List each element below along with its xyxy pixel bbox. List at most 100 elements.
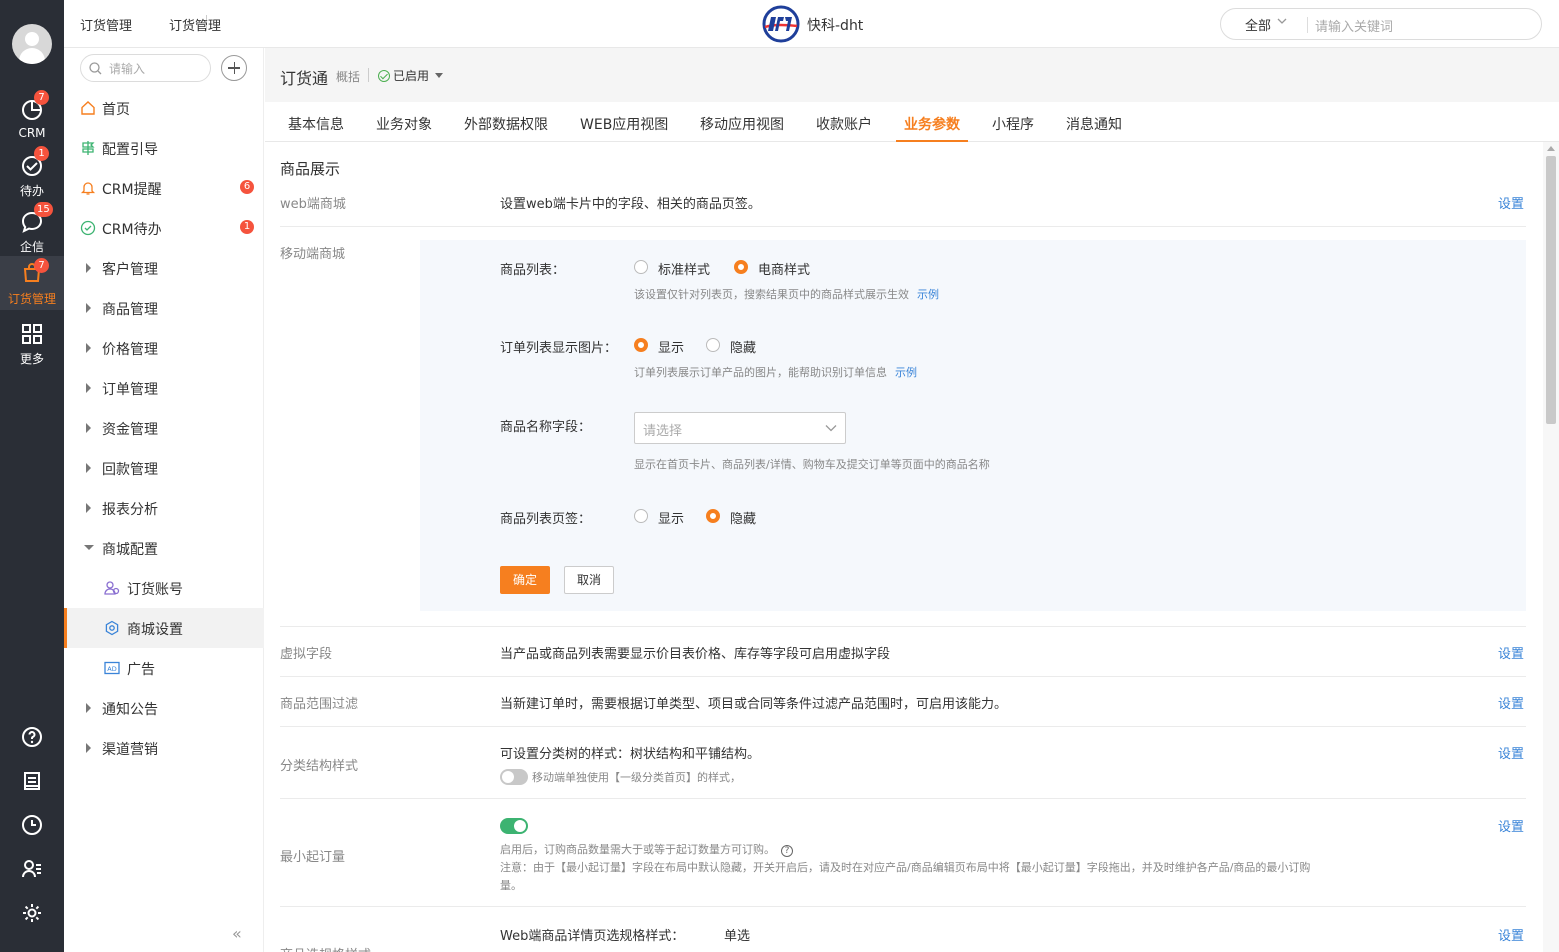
main-panel: 订货通 概括 已启用 基本信息 业务对象 外部数据权限 WEB应用视图 移动应用…	[265, 48, 1559, 952]
sidebar-item-channel-marketing[interactable]: 渠道营销	[64, 728, 264, 768]
rail-badge: 7	[34, 258, 49, 273]
row-label-spec-style: 商品选规格样式	[280, 944, 371, 952]
app-header: 订货通 概括 已启用	[265, 48, 1559, 102]
top-bar: 订货管理 订货管理 快科-dht 全部 请输入关键词	[64, 0, 1559, 48]
tab-business-objects[interactable]: 业务对象	[376, 114, 432, 134]
confirm-button[interactable]: 确定	[500, 566, 550, 594]
settings-icon	[105, 620, 119, 636]
help-icon[interactable]	[21, 726, 43, 748]
rail-item-more[interactable]: 更多	[0, 318, 64, 370]
tab-business-parameters[interactable]: 业务参数	[904, 114, 960, 134]
tab-mobile-app-view[interactable]: 移动应用视图	[700, 114, 784, 134]
radio-show-image[interactable]	[634, 338, 648, 352]
sidebar-item-label: 通知公告	[102, 702, 158, 718]
rail-item-order-management[interactable]: 7 订货管理	[0, 256, 64, 310]
company-name: 快科-dht	[807, 18, 864, 34]
radio-standard-style[interactable]	[634, 260, 648, 274]
web-mall-settings-link[interactable]: 设置	[1498, 193, 1524, 212]
breadcrumb-page[interactable]: 订货管理	[169, 15, 221, 34]
sidebar-item-mall-config[interactable]: 商城配置	[64, 528, 264, 568]
count-badge: 6	[240, 180, 254, 194]
sidebar-item-funds[interactable]: 资金管理	[64, 408, 264, 448]
user-list-icon[interactable]	[21, 858, 43, 880]
hint-text: 该设置仅针对列表页，搜索结果页中的商品样式展示生效	[634, 288, 909, 301]
example-link[interactable]: 示例	[917, 288, 939, 301]
app-title: 订货通	[280, 69, 329, 88]
clock-icon[interactable]	[21, 814, 43, 836]
example-link[interactable]: 示例	[895, 366, 917, 379]
mobile-mall-panel: 商品列表： 标准样式 电商样式 该设置仅针对列表页，搜索结果页中的商品样式展示生…	[420, 240, 1526, 611]
min-order-desc: 启用后，订购商品数量需大于或等于起订数量方可订购。?	[500, 841, 793, 857]
expand-arrow-icon	[86, 463, 91, 473]
sidebar-item-label: 价格管理	[102, 342, 158, 358]
tab-basic-info[interactable]: 基本信息	[288, 114, 344, 134]
tab-notifications[interactable]: 消息通知	[1066, 114, 1122, 134]
avatar[interactable]	[12, 24, 52, 64]
expand-arrow-icon	[86, 503, 91, 513]
sidebar-item-prices[interactable]: 价格管理	[64, 328, 264, 368]
sidebar-item-crm-todo[interactable]: CRM待办 1	[64, 208, 264, 248]
sidebar-item-label: 首页	[102, 102, 130, 118]
min-order-settings-link[interactable]: 设置	[1498, 816, 1524, 835]
cancel-button[interactable]: 取消	[564, 566, 614, 594]
rail-badge: 7	[34, 90, 49, 105]
row-desc-web-mall: 设置web端卡片中的字段、相关的商品页签。	[500, 197, 761, 212]
chevron-down-icon	[825, 425, 837, 432]
status-dropdown[interactable]: 已启用	[378, 67, 444, 84]
document-icon[interactable]	[21, 770, 43, 792]
row-label-mobile-mall: 移动端商城	[280, 247, 346, 262]
radio-label: 显示	[658, 512, 685, 527]
svg-text:AD: AD	[107, 665, 116, 673]
sidebar-item-config-guide[interactable]: 配置引导	[64, 128, 264, 168]
tab-mini-program[interactable]: 小程序	[992, 114, 1034, 134]
min-order-toggle[interactable]	[500, 818, 528, 834]
sidebar-item-reports[interactable]: 报表分析	[64, 488, 264, 528]
rail-item-crm[interactable]: 7 CRM	[0, 90, 64, 146]
tab-bar: 基本信息 业务对象 外部数据权限 WEB应用视图 移动应用视图 收款账户 业务参…	[265, 102, 1559, 142]
sidebar-search-input[interactable]: 请输入	[80, 54, 211, 82]
sidebar-search-placeholder: 请输入	[109, 62, 146, 76]
sidebar-item-products[interactable]: 商品管理	[64, 288, 264, 328]
spec-style-value: 单选	[724, 929, 751, 944]
sidebar-item-payments[interactable]: 回款管理	[64, 448, 264, 488]
rail-item-todo[interactable]: 1 待办	[0, 146, 64, 202]
help-icon[interactable]: ?	[781, 845, 793, 857]
radio-hide-image[interactable]	[706, 338, 720, 352]
product-name-field-select[interactable]: 请选择	[634, 412, 846, 444]
category-style-settings-link[interactable]: 设置	[1498, 743, 1524, 762]
radio-hide-tab[interactable]	[706, 509, 720, 523]
range-filter-settings-link[interactable]: 设置	[1498, 693, 1524, 712]
search-scope-select[interactable]: 全部	[1245, 15, 1271, 34]
sidebar-item-orders[interactable]: 订单管理	[64, 368, 264, 408]
field-label-product-name: 商品名称字段：	[500, 420, 592, 435]
sidebar-item-mall-settings[interactable]: 商城设置	[64, 608, 264, 648]
mobile-category-toggle[interactable]	[500, 769, 528, 785]
scroll-up-arrow-icon[interactable]	[1547, 146, 1555, 151]
scrollbar-thumb[interactable]	[1546, 156, 1556, 424]
breadcrumb-module[interactable]: 订货管理	[80, 15, 132, 34]
spec-style-settings-link[interactable]: 设置	[1498, 925, 1524, 944]
search-input[interactable]: 请输入关键词	[1315, 16, 1393, 35]
virtual-fields-settings-link[interactable]: 设置	[1498, 643, 1524, 662]
add-button[interactable]	[221, 55, 247, 81]
radio-show-tab[interactable]	[634, 509, 648, 523]
row-desc-category-style: 可设置分类树的样式：树状结构和平铺结构。	[500, 747, 761, 762]
radio-ecommerce-style[interactable]	[734, 260, 748, 274]
sidebar-item-order-accounts[interactable]: 订货账号	[64, 568, 264, 608]
app-overview-link[interactable]: 概括	[336, 68, 360, 85]
global-search[interactable]: 全部 请输入关键词	[1220, 8, 1542, 40]
rail-item-chat[interactable]: 15 企信	[0, 202, 64, 258]
sidebar-item-crm-reminder[interactable]: CRM提醒 6	[64, 168, 264, 208]
tab-payment-accounts[interactable]: 收款账户	[816, 114, 872, 134]
tab-external-data-permissions[interactable]: 外部数据权限	[464, 114, 548, 134]
check-circle-icon	[378, 70, 390, 82]
caret-down-icon	[435, 73, 444, 78]
settings-gear-icon[interactable]	[21, 902, 43, 924]
tab-web-app-view[interactable]: WEB应用视图	[580, 114, 668, 134]
row-label-virtual-fields: 虚拟字段	[280, 647, 333, 662]
sidebar-item-ads[interactable]: AD 广告	[64, 648, 264, 688]
sidebar-item-customers[interactable]: 客户管理	[64, 248, 264, 288]
sidebar-item-home[interactable]: 首页	[64, 88, 264, 128]
collapse-sidebar-button[interactable]: «	[232, 924, 242, 943]
sidebar-item-notices[interactable]: 通知公告	[64, 688, 264, 728]
